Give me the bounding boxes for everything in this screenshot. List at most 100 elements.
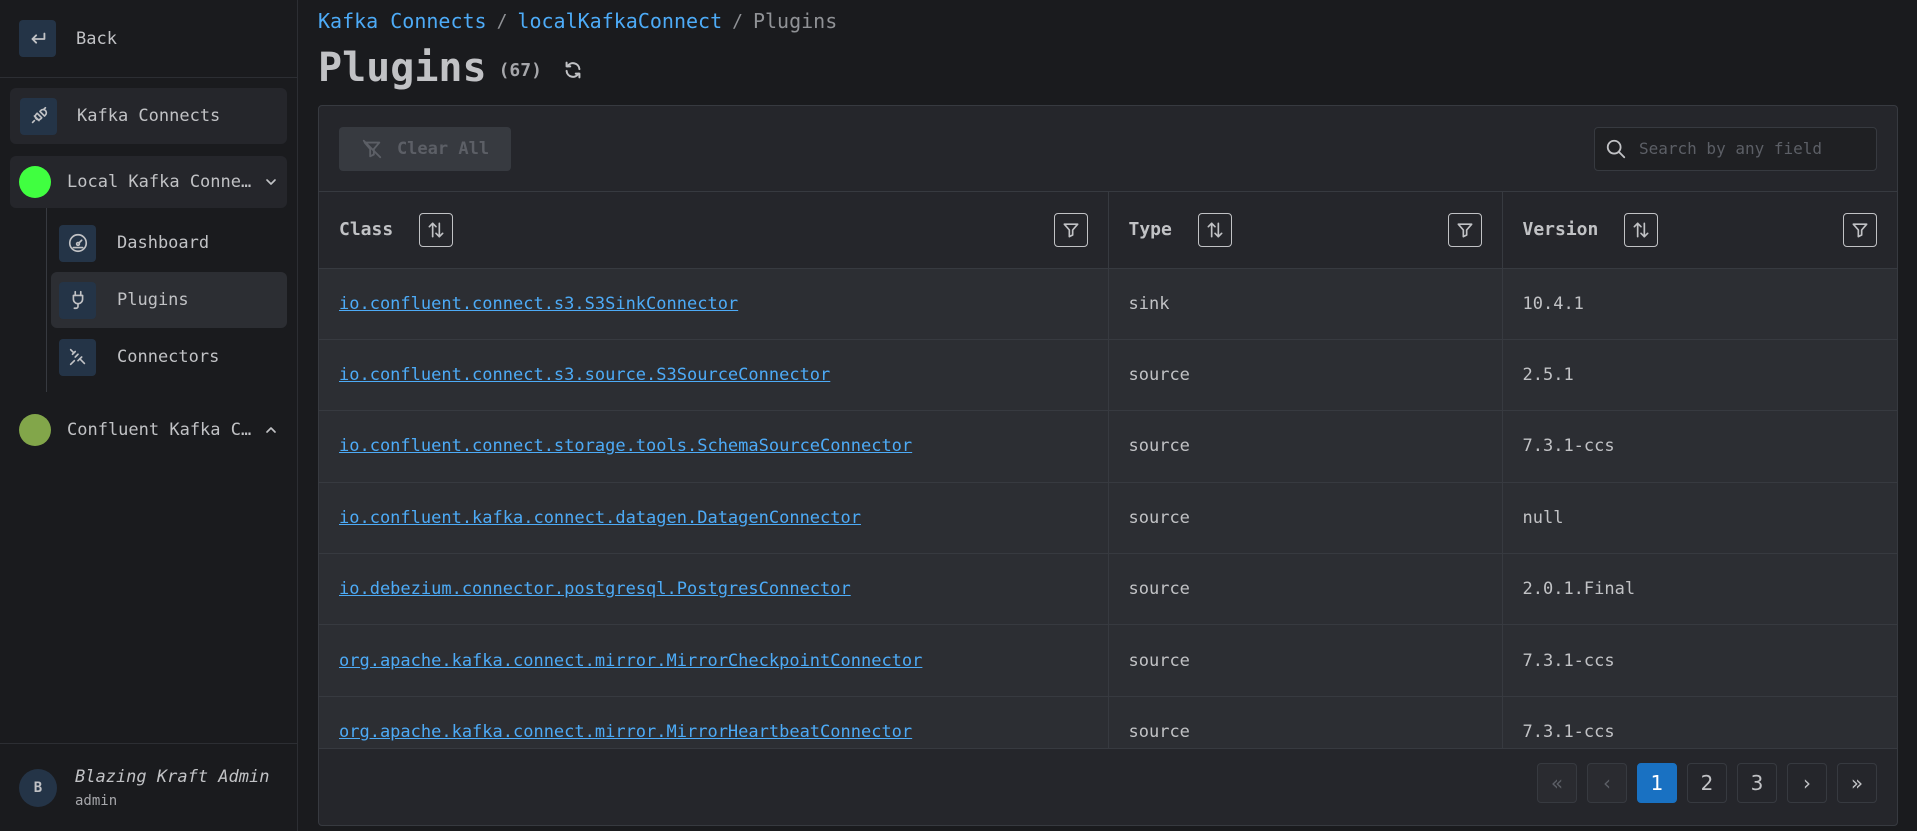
connection-label: Local Kafka Connect bbox=[67, 172, 257, 192]
sidebar: Back Kafka Connects Local Kafka Connect … bbox=[0, 0, 298, 831]
filter-icon bbox=[1852, 223, 1868, 238]
table-toolbar: Clear All bbox=[319, 106, 1897, 192]
search-icon bbox=[1606, 139, 1626, 158]
cell-type: sink bbox=[1108, 268, 1503, 340]
plugin-class-link[interactable]: io.confluent.connect.storage.tools.Schem… bbox=[339, 436, 912, 456]
sidebar-item-connectors[interactable]: Connectors bbox=[51, 329, 287, 385]
connection-status-dot bbox=[19, 166, 51, 198]
sidebar-item-dashboard[interactable]: Dashboard bbox=[51, 215, 287, 271]
cell-version: 2.5.1 bbox=[1522, 365, 1574, 386]
search-input[interactable] bbox=[1639, 139, 1869, 158]
plug-icon bbox=[59, 281, 96, 319]
sort-button[interactable] bbox=[1197, 212, 1232, 247]
plugin-class-link[interactable]: org.apache.kafka.connect.mirror.MirrorHe… bbox=[339, 722, 912, 742]
sidebar-item-kafka-connects[interactable]: Kafka Connects bbox=[10, 88, 287, 144]
table-body: io.confluent.connect.s3.S3SinkConnector … bbox=[319, 268, 1897, 748]
app-root: Back Kafka Connects Local Kafka Connect … bbox=[0, 0, 1917, 831]
sort-arrows-icon bbox=[1207, 222, 1223, 238]
cell-class: org.apache.kafka.connect.mirror.MirrorHe… bbox=[319, 696, 1109, 748]
dashboard-gauge-icon bbox=[59, 224, 96, 262]
sort-arrows-icon bbox=[428, 222, 444, 238]
page-button-1[interactable]: 1 bbox=[1637, 763, 1677, 803]
sidebar-item-label: Dashboard bbox=[117, 233, 210, 253]
sidebar-connection-local[interactable]: Local Kafka Connect bbox=[10, 156, 287, 208]
plugin-class-link[interactable]: io.debezium.connector.postgresql.Postgre… bbox=[339, 579, 851, 599]
clear-all-button[interactable]: Clear All bbox=[339, 126, 511, 171]
cell-class: io.confluent.connect.s3.source.S3SourceC… bbox=[319, 339, 1109, 411]
cell-version: null bbox=[1522, 507, 1564, 528]
sidebar-item-plugins[interactable]: Plugins bbox=[51, 272, 287, 328]
filter-icon bbox=[1063, 223, 1078, 238]
plugin-class-link[interactable]: io.confluent.connect.s3.S3SinkConnector bbox=[339, 294, 738, 314]
page-button-3[interactable]: 3 bbox=[1737, 763, 1777, 803]
connectors-icon bbox=[59, 338, 96, 376]
sidebar-item-label: Plugins bbox=[117, 290, 189, 310]
plugin-class-link[interactable]: org.apache.kafka.connect.mirror.MirrorCh… bbox=[339, 651, 922, 671]
filter-button[interactable] bbox=[1447, 212, 1482, 247]
cell-version: 7.3.1-ccs bbox=[1522, 650, 1615, 671]
table-row: io.confluent.kafka.connect.datagen.Datag… bbox=[319, 482, 1897, 554]
clear-all-label: Clear All bbox=[396, 138, 490, 159]
table-row: io.confluent.connect.storage.tools.Schem… bbox=[319, 410, 1897, 483]
breadcrumb: Kafka Connects / localKafkaConnect / Plu… bbox=[318, 8, 1899, 34]
cell-type: source bbox=[1108, 624, 1503, 697]
column-header-type: Type bbox=[1108, 192, 1503, 268]
last-page-button[interactable]: » bbox=[1837, 763, 1877, 803]
table-row: org.apache.kafka.connect.mirror.MirrorCh… bbox=[319, 624, 1897, 697]
chevron-down-icon bbox=[266, 179, 276, 185]
filter-off-icon bbox=[362, 139, 382, 158]
cell-type: source bbox=[1108, 410, 1503, 483]
breadcrumb-current: Plugins bbox=[752, 9, 838, 33]
connection-status-dot bbox=[19, 414, 51, 446]
plugins-table: Class Type Version io.confluent.connect.… bbox=[319, 192, 1897, 748]
breadcrumb-kafka-connects[interactable]: Kafka Connects bbox=[318, 9, 487, 33]
next-page-button[interactable]: › bbox=[1787, 763, 1827, 803]
table-row: io.debezium.connector.postgresql.Postgre… bbox=[319, 553, 1897, 625]
table-row: org.apache.kafka.connect.mirror.MirrorHe… bbox=[319, 696, 1897, 748]
refresh-icon[interactable] bbox=[562, 59, 584, 81]
plugin-class-link[interactable]: io.confluent.connect.s3.source.S3SourceC… bbox=[339, 365, 830, 385]
plugin-class-link[interactable]: io.confluent.kafka.connect.datagen.Datag… bbox=[339, 508, 861, 528]
search-box bbox=[1594, 126, 1877, 171]
sidebar-connection-confluent[interactable]: Confluent Kafka Connect bbox=[10, 404, 287, 456]
column-label: Class bbox=[339, 219, 394, 241]
user-info: Blazing Kraft Admin admin bbox=[75, 767, 269, 809]
column-label: Type bbox=[1128, 219, 1172, 241]
sort-button[interactable] bbox=[419, 212, 454, 247]
cell-type: source bbox=[1108, 339, 1503, 411]
filter-button[interactable] bbox=[1843, 212, 1877, 247]
pagination: « ‹ 1 2 3 › » bbox=[1527, 763, 1877, 803]
breadcrumb-local-kafka-connect[interactable]: localKafkaConnect bbox=[517, 9, 722, 33]
column-label: Version bbox=[1522, 219, 1599, 241]
sidebar-item-label: Kafka Connects bbox=[77, 106, 221, 126]
breadcrumb-separator: / bbox=[732, 10, 743, 32]
back-button[interactable]: Back bbox=[0, 0, 297, 78]
breadcrumb-separator: / bbox=[496, 10, 508, 32]
connection-subnav: Dashboard Plugins Connectors bbox=[46, 208, 297, 392]
filter-button[interactable] bbox=[1053, 212, 1088, 247]
sort-button[interactable] bbox=[1624, 212, 1659, 247]
avatar: B bbox=[19, 768, 57, 807]
column-header-class: Class bbox=[319, 192, 1109, 268]
table-header-row: Class Type Version bbox=[319, 192, 1897, 268]
page-title: Plugins bbox=[318, 45, 487, 91]
table-scroll-area[interactable]: Class Type Version io.confluent.connect.… bbox=[319, 192, 1897, 749]
cell-type: source bbox=[1108, 696, 1503, 748]
page-button-2[interactable]: 2 bbox=[1687, 763, 1727, 803]
plug-connection-icon bbox=[20, 97, 57, 135]
title-row: Plugins (67) bbox=[318, 44, 1899, 92]
chevron-up-icon bbox=[266, 427, 276, 433]
cell-type: source bbox=[1108, 553, 1503, 625]
cell-class: io.confluent.kafka.connect.datagen.Datag… bbox=[319, 482, 1109, 554]
first-page-button[interactable]: « bbox=[1537, 763, 1577, 803]
main-content: Kafka Connects / localKafkaConnect / Plu… bbox=[298, 0, 1917, 831]
cell-class: io.debezium.connector.postgresql.Postgre… bbox=[319, 553, 1109, 625]
prev-page-button[interactable]: ‹ bbox=[1587, 763, 1627, 803]
cell-version: 7.3.1-ccs bbox=[1522, 436, 1615, 457]
cell-class: io.confluent.connect.s3.S3SinkConnector bbox=[319, 268, 1109, 340]
user-profile[interactable]: B Blazing Kraft Admin admin bbox=[0, 743, 297, 831]
cell-version: 7.3.1-ccs bbox=[1522, 722, 1615, 743]
user-name: Blazing Kraft Admin bbox=[75, 766, 270, 787]
cell-type: source bbox=[1108, 482, 1503, 554]
connection-label: Confluent Kafka Connect bbox=[67, 420, 257, 440]
